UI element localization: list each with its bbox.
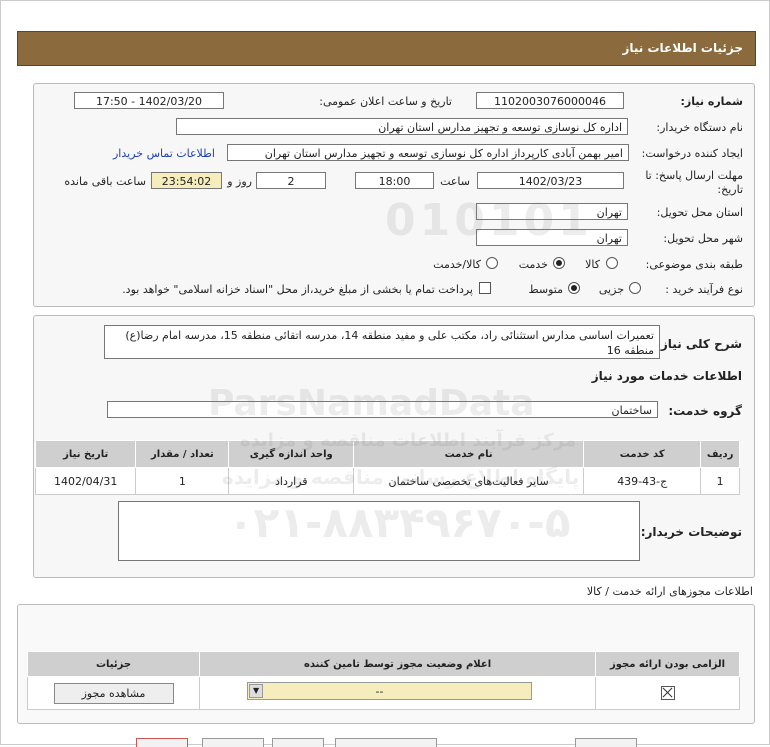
buyer-label: نام دستگاه خریدار: (656, 121, 743, 134)
permit-status-select[interactable]: ▼ -- (247, 682, 533, 700)
bottom-button-2[interactable] (202, 738, 264, 747)
page-header: جزئیات اطلاعات نیاز (17, 31, 756, 66)
permit-required-checkbox[interactable] (660, 686, 675, 700)
cell-unit: قرارداد (228, 467, 355, 495)
description-field: تعمیرات اساسی مدارس استثنائی راد، مکتب ع… (104, 325, 660, 359)
col-unit: واحد اندازه گیری (228, 440, 355, 468)
col-row: ردیف (700, 440, 740, 468)
bottom-button-1[interactable] (136, 738, 188, 747)
page-title: جزئیات اطلاعات نیاز (622, 41, 743, 55)
category-service-radio[interactable] (553, 257, 565, 269)
cell-date: 1402/04/31 (34, 467, 137, 495)
bottom-button-3[interactable] (272, 738, 324, 747)
province-label: استان محل تحویل: (656, 206, 743, 219)
services-table: تاریخ نیاز تعداد / مقدار واحد اندازه گیر… (34, 440, 740, 495)
col-date: تاریخ نیاز (34, 440, 137, 468)
col-permit-status: اعلام وضعیت مجوز توسط تامین کننده (199, 651, 597, 677)
province-field: تهران (476, 203, 628, 220)
permits-section-title: اطلاعات مجوزهای ارائه خدمت / کالا (586, 585, 753, 598)
cell-row: 1 (700, 467, 740, 495)
table-row: 1402/04/31 1 قرارداد سایر فعالیت‌های تخص… (34, 467, 740, 495)
announce-label: تاریخ و ساعت اعلان عمومی: (319, 95, 452, 108)
col-service-name: نام خدمت (353, 440, 585, 468)
process-minor-label: جزیی (598, 283, 624, 296)
days-label: روز و (227, 175, 252, 188)
announce-field: 1402/03/20 - 17:50 (74, 92, 224, 109)
col-qty: تعداد / مقدار (135, 440, 230, 468)
category-goods-radio[interactable] (606, 257, 618, 269)
time-label: ساعت (440, 175, 470, 188)
cell-details: مشاهده مجوز (26, 676, 201, 710)
contact-buyer-link[interactable]: اطلاعات تماس خریدار (113, 147, 215, 160)
category-label: طبقه بندی موضوعی: (645, 258, 743, 271)
bottom-button-5[interactable] (575, 738, 637, 747)
treasury-payment-checkbox[interactable] (479, 282, 491, 294)
category-both-label: کالا/خدمت (433, 258, 481, 271)
treasury-payment-note: پرداخت تمام یا بخشی از مبلغ خرید،از محل … (122, 283, 473, 296)
col-service-code: کد خدمت (583, 440, 702, 468)
process-label: نوع فرآیند خرید : (665, 283, 743, 296)
city-field: تهران (476, 229, 628, 246)
city-label: شهر محل تحویل: (663, 232, 743, 245)
view-permit-button[interactable]: مشاهده مجوز (53, 682, 174, 704)
service-group-label: گروه خدمت: (668, 404, 742, 418)
days-field: 2 (256, 172, 326, 189)
bottom-button-4[interactable] (335, 738, 437, 747)
need-number-field: 1102003076000046 (476, 92, 624, 109)
process-medium-label: متوسط (528, 283, 563, 296)
cell-qty: 1 (135, 467, 230, 495)
col-permit-required: الزامی بودن ارائه مجوز (595, 651, 740, 677)
requester-field: امیر بهمن آبادی کارپرداز اداره کل نوسازی… (227, 144, 629, 161)
services-section-title: اطلاعات خدمات مورد نیاز (591, 369, 742, 383)
table-row: مشاهده مجوز ▼ -- (26, 676, 740, 710)
buyer-notes-label: توضیحات خریدار: (640, 525, 742, 539)
cell-permit-status: ▼ -- (199, 676, 597, 710)
process-medium-radio[interactable] (568, 282, 580, 294)
buyer-notes-field (118, 501, 640, 561)
cell-permit-required (595, 676, 740, 710)
service-group-field: ساختمان (107, 401, 658, 418)
buyer-field: اداره کل نوسازی توسعه و تجهیز مدارس استا… (176, 118, 628, 135)
deadline-label-2: تاریخ: (717, 183, 743, 196)
need-info-panel (33, 83, 755, 307)
requester-label: ایجاد کننده درخواست: (641, 147, 743, 160)
cell-service-name: سایر فعالیت‌های تخصصی ساختمان (353, 467, 585, 495)
permits-table: جزئیات اعلام وضعیت مجوز توسط تامین کننده… (26, 651, 740, 710)
category-service-label: خدمت (518, 258, 548, 271)
cell-service-code: ج-43-439 (583, 467, 702, 495)
deadline-label-1: مهلت ارسال پاسخ: تا (645, 169, 743, 182)
permit-status-value: -- (375, 685, 384, 698)
col-details: جزئیات (26, 651, 201, 677)
remaining-time-field: 23:54:02 (151, 172, 222, 189)
remaining-label: ساعت باقی مانده (64, 175, 146, 188)
category-goods-label: کالا (585, 258, 600, 271)
category-both-radio[interactable] (486, 257, 498, 269)
process-minor-radio[interactable] (629, 282, 641, 294)
description-label: شرح کلی نیاز: (656, 337, 742, 351)
deadline-time-field: 18:00 (355, 172, 434, 189)
deadline-date-field: 1402/03/23 (477, 172, 624, 189)
need-number-label: شماره نیاز: (680, 95, 743, 108)
